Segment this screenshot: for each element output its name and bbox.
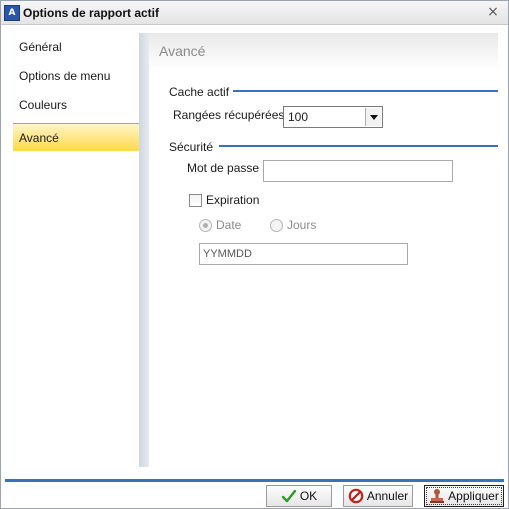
panel-header: Avancé <box>149 33 498 69</box>
rows-fetched-select[interactable]: 100 <box>283 106 383 128</box>
footer-divider <box>5 479 504 482</box>
cache-section-divider <box>233 90 498 92</box>
sidebar: Général Options de menu Couleurs Avancé <box>7 33 145 467</box>
password-label: Mot de passe <box>187 161 260 175</box>
sidebar-item-advanced[interactable]: Avancé <box>13 123 145 151</box>
panel-title: Avancé <box>159 43 206 59</box>
security-section-divider <box>219 145 498 147</box>
panel-splitter[interactable] <box>139 33 149 467</box>
ok-button-label: OK <box>299 489 318 503</box>
close-icon[interactable]: × <box>486 5 500 19</box>
advanced-panel: Avancé Cache actif Rangées récupérées 10… <box>149 33 498 467</box>
days-radio-label: Jours <box>287 218 317 232</box>
sidebar-item-menu-options[interactable]: Options de menu <box>13 62 139 90</box>
date-radio[interactable] <box>199 219 212 232</box>
title-bar[interactable]: A Options de rapport actif × <box>1 1 508 25</box>
rows-fetched-label: Rangées récupérées <box>173 108 285 122</box>
cancel-icon <box>348 488 364 504</box>
report-app-icon: A <box>4 5 20 21</box>
rows-fetched-value: 100 <box>288 110 309 124</box>
date-radio-label: Date <box>216 218 242 232</box>
options-dialog: A Options de rapport actif × Général Opt… <box>0 0 509 509</box>
chevron-down-icon[interactable] <box>365 108 381 126</box>
apply-button-label: Appliquer <box>448 489 499 503</box>
ok-button[interactable]: OK <box>266 485 332 507</box>
date-format-input[interactable]: YYMMDD <box>199 243 408 265</box>
apply-button[interactable]: Appliquer <box>424 485 504 507</box>
security-section-label: Sécurité <box>169 140 214 154</box>
expiration-checkbox[interactable] <box>189 194 202 207</box>
cancel-button-label: Annuler <box>366 489 409 503</box>
checkmark-icon <box>281 488 297 504</box>
cancel-button[interactable]: Annuler <box>343 485 413 507</box>
footer-spacer <box>1 467 508 479</box>
stamp-icon <box>429 488 445 504</box>
sidebar-item-colors[interactable]: Couleurs <box>13 91 139 119</box>
cache-section-label: Cache actif <box>169 85 230 99</box>
expiration-label: Expiration <box>206 193 260 207</box>
password-input[interactable] <box>263 160 453 182</box>
days-radio[interactable] <box>270 219 283 232</box>
window-title: Options de rapport actif <box>23 6 160 20</box>
sidebar-item-general[interactable]: Général <box>13 33 139 61</box>
